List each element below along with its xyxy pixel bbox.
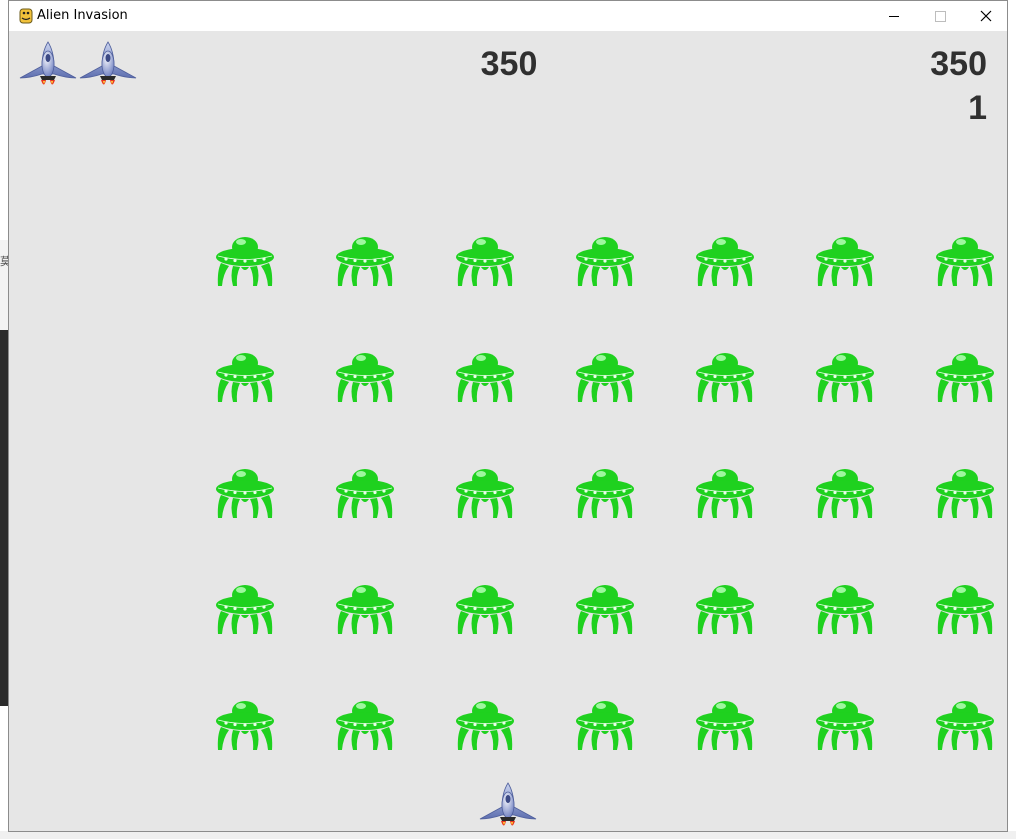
alien-icon (215, 461, 275, 519)
player-ship-icon[interactable] (478, 781, 538, 831)
alien-icon (575, 577, 635, 635)
taskbar-strip (0, 831, 1016, 839)
alien-icon (455, 461, 515, 519)
game-window: Alien Invasion 350 350 1 (8, 0, 1008, 832)
alien-icon (815, 229, 875, 287)
alien-icon (575, 229, 635, 287)
life-ship-icon (78, 40, 138, 90)
desktop-background-dark (0, 330, 8, 706)
alien-icon (935, 345, 995, 403)
alien-icon (335, 229, 395, 287)
alien-icon (695, 461, 755, 519)
alien-icon (575, 693, 635, 751)
life-ship-icon (18, 40, 78, 90)
alien-icon (695, 577, 755, 635)
window-title: Alien Invasion (37, 8, 128, 23)
score: 350 (480, 45, 538, 83)
alien-icon (935, 693, 995, 751)
alien-icon (695, 345, 755, 403)
alien-icon (455, 577, 515, 635)
close-button[interactable] (963, 1, 1007, 31)
alien-icon (455, 229, 515, 287)
alien-icon (935, 229, 995, 287)
alien-icon (215, 345, 275, 403)
alien-icon (935, 577, 995, 635)
alien-icon (215, 693, 275, 751)
alien-icon (815, 461, 875, 519)
minimize-button[interactable] (871, 1, 917, 31)
level: 1 (968, 89, 987, 127)
alien-icon (455, 345, 515, 403)
maximize-icon (935, 11, 946, 22)
title-bar[interactable]: Alien Invasion (9, 1, 1007, 32)
alien-icon (335, 461, 395, 519)
minimize-icon (889, 16, 899, 17)
alien-icon (335, 577, 395, 635)
alien-icon (335, 345, 395, 403)
alien-icon (575, 461, 635, 519)
alien-icon (215, 577, 275, 635)
alien-icon (695, 693, 755, 751)
alien-icon (935, 461, 995, 519)
alien-icon (695, 229, 755, 287)
alien-icon (455, 693, 515, 751)
alien-icon (815, 577, 875, 635)
game-canvas[interactable]: 350 350 1 (9, 31, 1007, 831)
maximize-button[interactable] (917, 1, 963, 31)
alien-icon (815, 345, 875, 403)
alien-icon (815, 693, 875, 751)
python-app-icon (18, 8, 34, 24)
alien-icon (575, 345, 635, 403)
high-score: 350 (930, 45, 987, 83)
alien-icon (215, 229, 275, 287)
alien-icon (335, 693, 395, 751)
close-icon (980, 10, 992, 22)
